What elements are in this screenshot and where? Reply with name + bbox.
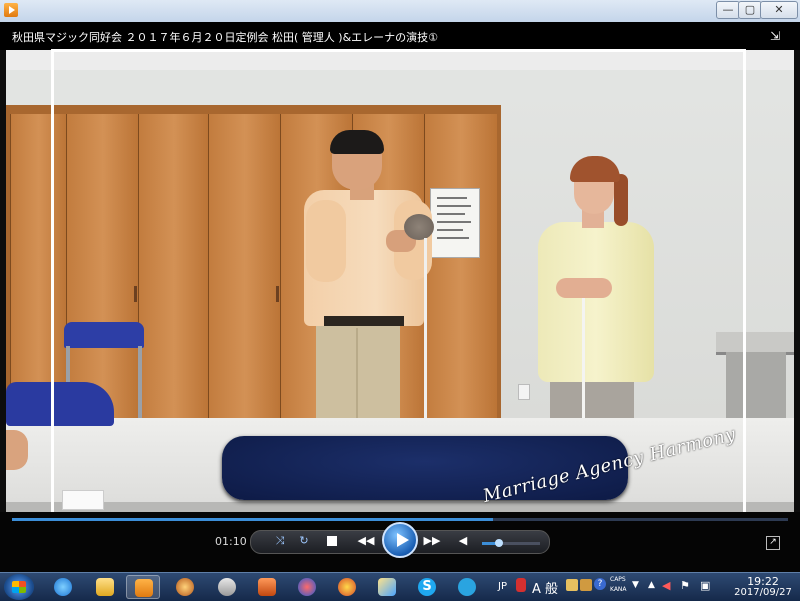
- cabinet-handle: [134, 286, 137, 302]
- minimize-button[interactable]: —: [716, 1, 740, 19]
- app-taskbar-button[interactable]: [290, 575, 324, 599]
- volume-icon[interactable]: ◀: [455, 533, 471, 549]
- seek-bar[interactable]: [12, 518, 788, 521]
- blue-chair: [64, 322, 144, 348]
- skype-taskbar-button[interactable]: S: [410, 575, 444, 599]
- app-taskbar-button[interactable]: [330, 575, 364, 599]
- player-controls: 01:10 ⤨ ↻ ◀◀ ▶▶ ◀ ↗: [0, 512, 800, 572]
- woman-blouse: [538, 222, 654, 382]
- shuffle-icon[interactable]: ⤨: [271, 533, 289, 549]
- previous-icon[interactable]: ◀◀: [355, 533, 377, 549]
- taskbar: S JP A 般 ? CAPS KANA ▼ ▲ ◀ ⚑ ▣ 19:22 201…: [0, 572, 800, 601]
- woman-hands: [556, 278, 612, 298]
- wall-notice: [430, 188, 480, 258]
- volume-tray-icon[interactable]: ◀: [662, 579, 670, 592]
- man-arm: [306, 200, 346, 282]
- close-button[interactable]: ✕: [760, 1, 798, 19]
- white-box: [62, 490, 104, 510]
- show-hidden-icons[interactable]: ▲: [648, 580, 655, 590]
- ime-tool-icon[interactable]: [566, 579, 578, 591]
- magic-rope: [582, 290, 585, 420]
- help-icon[interactable]: ?: [594, 578, 606, 590]
- media-player-window: — ▢ ✕ 秋田県マジック同好会 ２０１７年６月２０日定例会 松田( 管理人 )…: [0, 0, 800, 572]
- cabinet-door: [424, 114, 497, 432]
- man-trousers: [316, 320, 400, 420]
- repeat-icon[interactable]: ↻: [295, 533, 313, 549]
- cabinet-door: [138, 114, 209, 432]
- ime-options-icon[interactable]: ▼: [632, 580, 639, 590]
- next-icon[interactable]: ▶▶: [421, 533, 443, 549]
- cabinet-handle: [276, 286, 279, 302]
- stop-icon[interactable]: [327, 536, 337, 546]
- play-button[interactable]: [382, 522, 418, 558]
- wall-outlet: [518, 384, 530, 400]
- volume-slider[interactable]: [482, 539, 540, 547]
- file-explorer-taskbar-button[interactable]: [88, 575, 122, 599]
- media-player-taskbar-button[interactable]: [126, 575, 160, 599]
- man-hair: [330, 130, 384, 154]
- video-title-bar: 秋田県マジック同好会 ２０１７年６月２０日定例会 松田( 管理人 )&エレーナの…: [0, 22, 800, 50]
- network-icon[interactable]: ▣: [700, 579, 710, 592]
- app-taskbar-button[interactable]: [450, 575, 484, 599]
- spectator-hand: [6, 430, 28, 470]
- start-button[interactable]: [4, 574, 34, 600]
- switch-to-minimode-icon[interactable]: ↗: [766, 536, 780, 550]
- magic-rope: [424, 238, 427, 422]
- ceiling: [6, 50, 794, 70]
- video-title: 秋田県マジック同好会 ２０１７年６月２０日定例会 松田( 管理人 )&エレーナの…: [12, 31, 439, 44]
- app-taskbar-button[interactable]: [168, 575, 202, 599]
- app-taskbar-button[interactable]: [370, 575, 404, 599]
- maximize-button[interactable]: ▢: [738, 1, 762, 19]
- current-time: 01:10: [215, 535, 247, 548]
- blue-chair: [6, 382, 114, 426]
- internet-explorer-taskbar-button[interactable]: [46, 575, 80, 599]
- action-center-flag-icon[interactable]: ⚑: [680, 579, 690, 592]
- rope-ball: [404, 214, 434, 240]
- ime-tool-icon[interactable]: [580, 579, 592, 591]
- clock-date[interactable]: 2017/09/27: [728, 587, 798, 598]
- media-player-app-icon: [4, 3, 18, 17]
- caps-indicator: CAPS: [610, 576, 626, 583]
- ime-mode[interactable]: A 般: [532, 578, 558, 597]
- seek-progress: [12, 518, 494, 521]
- language-indicator[interactable]: JP: [498, 581, 507, 592]
- cabinet-door: [208, 114, 281, 432]
- chair-leg: [138, 346, 142, 418]
- table-edge: [6, 502, 794, 512]
- man-belt: [324, 316, 404, 326]
- fullscreen-toggle-icon[interactable]: ⇲: [770, 29, 786, 43]
- ime-icon[interactable]: [516, 578, 526, 592]
- window-titlebar: — ▢ ✕: [0, 0, 800, 23]
- app-taskbar-button[interactable]: [210, 575, 244, 599]
- app-taskbar-button[interactable]: [250, 575, 284, 599]
- kana-indicator: KANA: [610, 586, 627, 593]
